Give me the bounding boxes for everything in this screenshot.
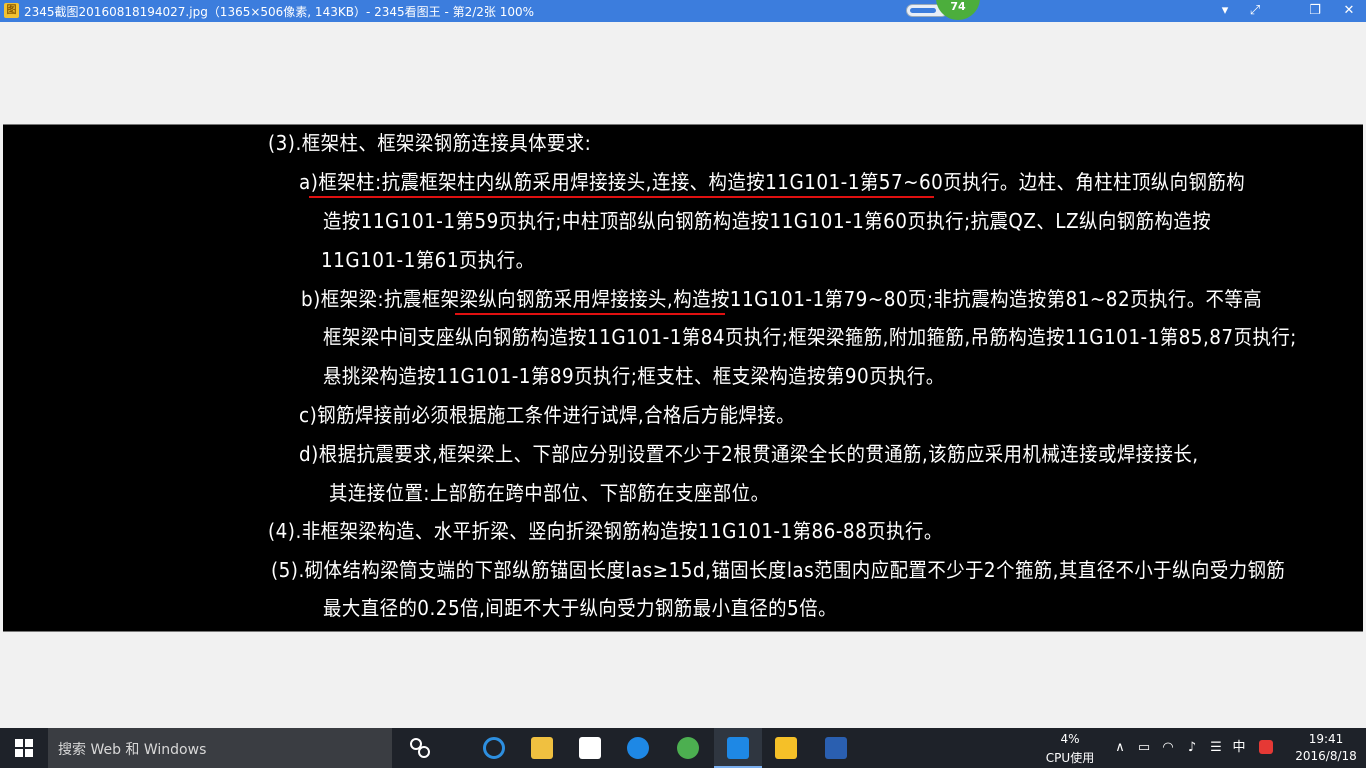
doc-line: b)框架梁:抗震框架梁纵向钢筋采用焊接接头,构造按11G101-1第79~80页… <box>301 287 1263 311</box>
close-button[interactable]: ✕ <box>1334 0 1364 22</box>
doc-line: 框架梁中间支座纵向钢筋构造按11G101-1第84页执行;框架梁箍筋,附加箍筋,… <box>323 325 1297 349</box>
image-viewer-app-icon: 图 <box>4 3 19 18</box>
cad-viewer-icon <box>825 737 847 759</box>
doc-line: a)框架柱:抗震框架柱内纵筋采用焊接接头,连接、构造按11G101-1第57~6… <box>299 170 1246 194</box>
memory-boost-widget[interactable]: 74 <box>906 0 980 20</box>
taskbar-app-edge[interactable] <box>470 728 518 768</box>
search-box[interactable]: 搜索 Web 和 Windows <box>48 728 392 768</box>
doc-line: (3).框架柱、框架梁钢筋连接具体要求: <box>268 131 592 155</box>
window-title: 2345截图20160818194027.jpg（1365×506像素, 143… <box>24 5 535 19</box>
search-placeholder: 搜索 Web 和 Windows <box>58 742 207 758</box>
doc-line: 11G101-1第61页执行。 <box>321 248 535 272</box>
dropdown-menu-button[interactable]: ▾ <box>1210 0 1240 22</box>
doc-line: 其连接位置:上部筋在跨中部位、下部筋在支座部位。 <box>329 481 770 505</box>
taskbar-app-store[interactable] <box>566 728 614 768</box>
image-viewer-plus-icon <box>727 737 749 759</box>
task-view-button[interactable] <box>396 728 444 768</box>
start-button[interactable] <box>0 728 48 768</box>
cpu-usage-percent[interactable]: 4% <box>1043 732 1097 746</box>
ime-indicator[interactable]: 中 <box>1231 740 1247 756</box>
windows-logo-icon <box>15 739 33 757</box>
red-underline <box>309 196 934 198</box>
wifi-icon[interactable]: ◠ <box>1160 740 1176 756</box>
red-underline <box>455 313 725 315</box>
memory-meter-value: 74 <box>936 0 980 20</box>
doc-line: d)根据抗震要求,框架梁上、下部应分别设置不少于2根贯通梁全长的贯通筋,该筋应采… <box>299 442 1199 466</box>
taskbar-app-2345-viewer[interactable] <box>714 728 762 768</box>
volume-icon[interactable]: ♪ <box>1184 740 1200 756</box>
browser-g-icon <box>627 737 649 759</box>
yellow-notepad-icon <box>775 737 797 759</box>
task-view-icon <box>410 738 430 758</box>
doc-line: (4).非框架梁构造、水平折梁、竖向折梁钢筋构造按11G101-1第86-88页… <box>268 519 943 543</box>
store-bag-icon <box>579 737 601 759</box>
battery-icon[interactable]: ▭ <box>1136 740 1152 756</box>
clock-date: 2016/8/18 <box>1295 749 1357 763</box>
taskbar: 搜索 Web 和 Windows 4% CPU使用 ∧ ▭ ◠ ♪ ☰ 中 19… <box>0 728 1366 768</box>
taskbar-app-2345-browser[interactable] <box>614 728 662 768</box>
window-titlebar[interactable]: 图 2345截图20160818194027.jpg（1365×506像素, 1… <box>0 0 1366 22</box>
taskbar-app-cad[interactable] <box>812 728 860 768</box>
chevron-up-icon[interactable]: ∧ <box>1112 740 1128 756</box>
image-canvas[interactable]: (3).框架柱、框架梁钢筋连接具体要求: a)框架柱:抗震框架柱内纵筋采用焊接接… <box>3 124 1363 632</box>
restore-button[interactable]: ❐ <box>1300 0 1330 22</box>
file-explorer-icon <box>531 737 553 759</box>
doc-line: 最大直径的0.25倍,间距不大于纵向受力钢筋最小直径的5倍。 <box>323 596 837 620</box>
green-e-icon <box>677 737 699 759</box>
doc-line: 造按11G101-1第59页执行;中柱顶部纵向钢筋构造按11G101-1第60页… <box>323 209 1212 233</box>
doc-line: c)钢筋焊接前必须根据施工条件进行试焊,合格后方能焊接。 <box>299 403 796 427</box>
sogou-ime-icon[interactable] <box>1259 740 1275 756</box>
taskbar-app-2345-pilot[interactable] <box>664 728 712 768</box>
doc-line: (5).砌体结构梁筒支端的下部纵筋锚固长度las≥15d,锚固长度las范围内应… <box>271 558 1286 582</box>
edge-browser-icon <box>483 737 505 759</box>
notifications-icon[interactable]: ☰ <box>1208 740 1224 756</box>
sogou-logo-icon <box>1259 740 1273 754</box>
cpu-usage-label: CPU使用 <box>1045 751 1095 765</box>
clock-time[interactable]: 19:41 <box>1288 732 1364 746</box>
doc-line: 悬挑梁构造按11G101-1第89页执行;框支柱、框支梁构造按第90页执行。 <box>323 364 945 388</box>
taskbar-app-explorer[interactable] <box>518 728 566 768</box>
fullscreen-button[interactable]: ⤢ <box>1240 0 1270 22</box>
memory-meter-fill <box>910 8 936 13</box>
taskbar-app-notes[interactable] <box>762 728 810 768</box>
